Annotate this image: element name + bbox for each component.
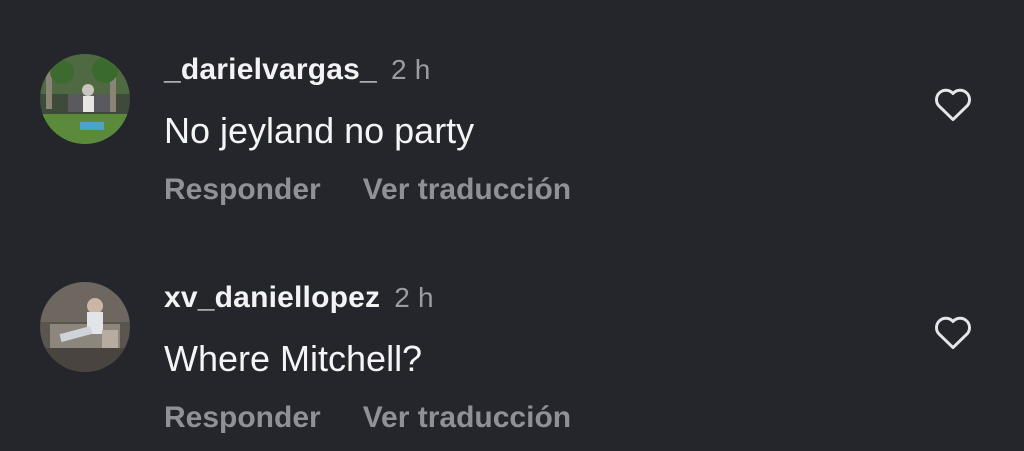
username[interactable]: _darielvargas_ 2 h [164, 53, 430, 87]
avatar-photo [40, 282, 130, 372]
like-button[interactable] [930, 310, 976, 354]
comment-list: _darielvargas_ 2 h No jeyland no party Re… [0, 0, 1024, 451]
avatar[interactable] [40, 282, 130, 372]
heart-outline-icon [935, 88, 971, 122]
like-button[interactable] [930, 82, 976, 126]
username-label[interactable]: _darielvargas_ [164, 53, 377, 86]
comment-item: _darielvargas_ 2 h No jeyland no party Re… [0, 0, 1024, 206]
comment-text: No jeyland no party [164, 110, 475, 151]
heart-outline-icon [935, 316, 971, 350]
comment-actions: Responder Ver traducción [164, 401, 571, 435]
comment-actions: Responder Ver traducción [164, 173, 571, 207]
comment-text: Where Mitchell? [164, 338, 423, 379]
avatar[interactable] [40, 54, 130, 144]
reply-button[interactable]: Responder [164, 173, 321, 206]
translate-button[interactable]: Ver traducción [363, 401, 571, 434]
translate-button[interactable]: Ver traducción [363, 173, 571, 206]
comment-item: xv_daniellopez 2 h Where Mitchell? Respon… [0, 228, 1024, 434]
reply-button[interactable]: Responder [164, 401, 321, 434]
username[interactable]: xv_daniellopez 2 h [164, 281, 434, 315]
timestamp: 2 h [394, 282, 434, 313]
timestamp: 2 h [390, 54, 431, 85]
username-label[interactable]: xv_daniellopez [164, 281, 380, 314]
avatar-photo [40, 54, 130, 144]
